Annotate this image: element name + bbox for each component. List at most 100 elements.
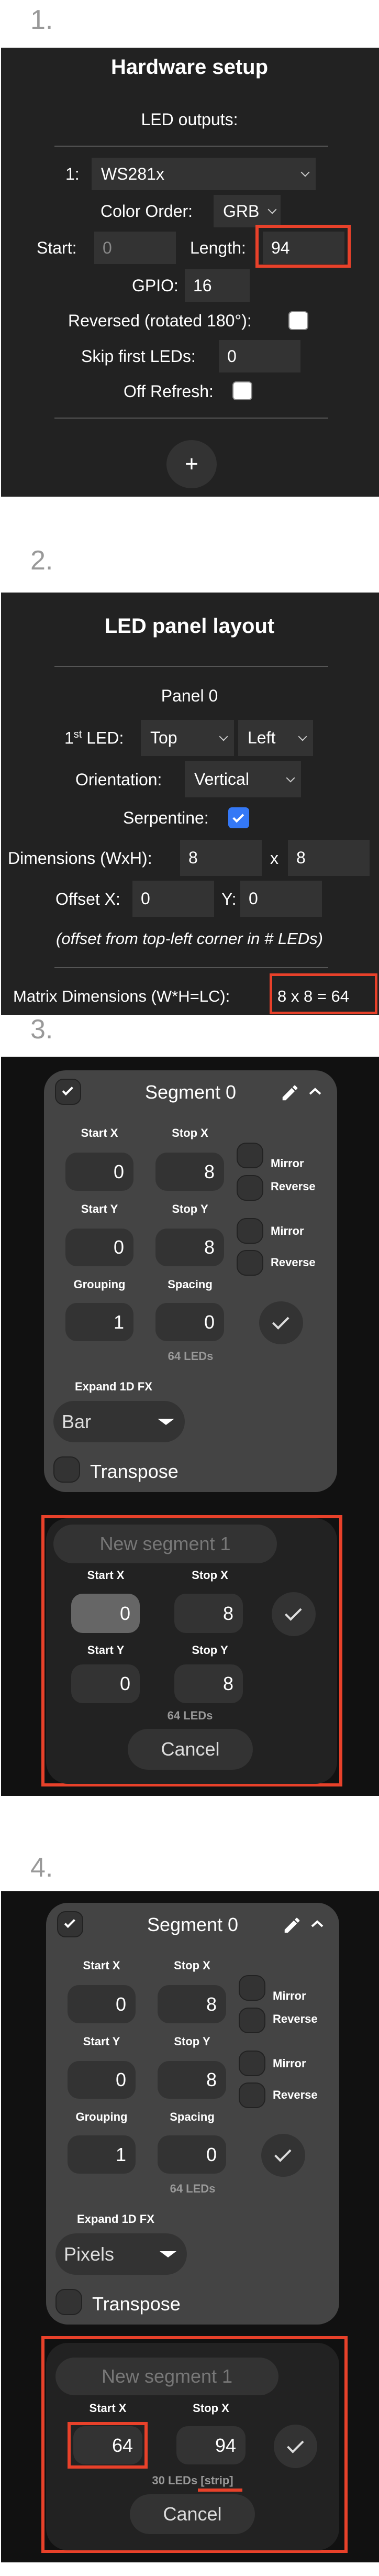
chevron-down-icon xyxy=(286,773,295,782)
chevron-up-icon[interactable] xyxy=(308,1086,322,1097)
start-y-input[interactable]: 0 xyxy=(65,1229,133,1266)
expand-1d-fx-select[interactable]: Pixels xyxy=(55,2233,187,2275)
stop-y-input[interactable]: 8 xyxy=(155,1229,224,1266)
color-order-select[interactable]: GRB xyxy=(214,195,281,227)
start-label: Start: xyxy=(37,238,77,257)
start-x-label: Start X xyxy=(81,1126,118,1139)
cancel-button[interactable]: Cancel xyxy=(128,1729,253,1770)
mirror-x-toggle[interactable] xyxy=(239,1975,265,2001)
stop-x-input[interactable]: 94 xyxy=(176,2426,246,2464)
start-x-label: Start X xyxy=(87,1569,125,1582)
expand-1d-fx-select[interactable]: Bar xyxy=(53,1401,185,1442)
gpio-input[interactable]: 16 xyxy=(185,269,250,302)
step-number: 3. xyxy=(30,1014,53,1045)
orientation-label: Orientation: xyxy=(75,770,162,789)
grouping-input[interactable]: 1 xyxy=(65,1303,133,1341)
stop-x-input[interactable]: 8 xyxy=(158,1985,226,2023)
checkmark-icon xyxy=(272,1312,289,1330)
offset-x-input[interactable]: 0 xyxy=(132,881,214,917)
transpose-toggle[interactable] xyxy=(55,2289,82,2315)
start-x-input[interactable]: 0 xyxy=(71,1594,140,1633)
first-led-horizontal-select[interactable]: Left xyxy=(238,720,313,756)
start-input[interactable]: 0 xyxy=(94,232,176,264)
chevron-down-icon xyxy=(298,732,307,741)
checkmark-icon xyxy=(285,1604,302,1621)
mirror-y-toggle[interactable] xyxy=(239,2051,265,2076)
cancel-button[interactable]: Cancel xyxy=(130,2494,255,2534)
spacing-input[interactable]: 0 xyxy=(155,1303,224,1341)
reverse-x-toggle[interactable] xyxy=(239,2008,265,2033)
grouping-input[interactable]: 1 xyxy=(68,2135,136,2174)
transpose-label: Transpose xyxy=(92,2293,181,2315)
width-input[interactable]: 8 xyxy=(180,840,262,876)
first-led-suffix: LED: xyxy=(82,728,124,748)
spacing-label: Spacing xyxy=(170,2110,215,2123)
plus-icon: + xyxy=(185,451,198,477)
highlight-box xyxy=(270,973,377,1014)
mirror-y-toggle[interactable] xyxy=(237,1218,263,1244)
step-number: 4. xyxy=(30,1852,53,1883)
segment-card: Segment 0 Start X Stop X 0 8 Mirror Reve… xyxy=(46,1903,339,2325)
start-y-label: Start Y xyxy=(87,1643,125,1657)
height-input[interactable]: 8 xyxy=(288,840,370,876)
divider xyxy=(54,666,328,667)
offset-x-label: Offset X: xyxy=(55,890,120,908)
offset-y-input[interactable]: 0 xyxy=(240,881,322,917)
pencil-icon[interactable] xyxy=(280,1083,300,1103)
start-y-input[interactable]: 0 xyxy=(68,2061,136,2099)
stop-y-input[interactable]: 8 xyxy=(174,1664,243,1703)
apply-button[interactable] xyxy=(261,2134,305,2177)
confirm-button[interactable] xyxy=(274,2425,317,2468)
reverse-y-toggle[interactable] xyxy=(239,2082,265,2108)
mirror-x-toggle[interactable] xyxy=(237,1143,263,1168)
checkmark-icon xyxy=(232,810,244,823)
stop-y-input[interactable]: 8 xyxy=(158,2061,226,2099)
reversed-label: Reversed (rotated 180°): xyxy=(68,311,252,330)
checkmark-icon xyxy=(286,2436,304,2453)
highlight-box xyxy=(68,2422,148,2469)
checkmark-icon xyxy=(274,2145,292,2162)
first-led-sup: st xyxy=(73,729,82,740)
skip-first-leds-label: Skip first LEDs: xyxy=(81,347,196,366)
segment-name-input[interactable]: New segment 1 xyxy=(55,2358,278,2395)
led-type-select[interactable]: WS281x xyxy=(92,158,316,190)
start-x-input[interactable]: 0 xyxy=(65,1153,133,1191)
chevron-up-icon[interactable] xyxy=(310,1919,325,1929)
transpose-toggle[interactable] xyxy=(53,1456,80,1483)
off-refresh-checkbox[interactable] xyxy=(232,381,252,400)
chevron-down-icon xyxy=(219,732,228,741)
stop-x-label: Stop X xyxy=(172,1126,208,1139)
reverse-label: Reverse xyxy=(273,2088,318,2101)
serpentine-checkbox[interactable] xyxy=(228,807,249,828)
led-count: 64 LEDs xyxy=(167,1709,213,1722)
transpose-label: Transpose xyxy=(90,1461,179,1482)
segment-name-input[interactable]: New segment 1 xyxy=(53,1525,277,1563)
stop-y-label: Stop Y xyxy=(192,1643,228,1657)
hardware-setup-title: Hardware setup xyxy=(110,56,269,79)
skip-first-leds-input[interactable]: 0 xyxy=(219,340,300,372)
spacing-input[interactable]: 0 xyxy=(158,2135,226,2174)
orientation-select[interactable]: Vertical xyxy=(185,761,301,797)
stop-x-input[interactable]: 8 xyxy=(174,1594,243,1633)
reverse-y-toggle[interactable] xyxy=(237,1250,263,1276)
expand-1d-fx-value: Pixels xyxy=(64,2243,115,2265)
spacing-label: Spacing xyxy=(168,1278,213,1291)
start-y-input[interactable]: 0 xyxy=(71,1664,140,1703)
start-x-input[interactable]: 0 xyxy=(68,1985,136,2023)
offset-note: (offset from top-left corner in # LEDs) xyxy=(56,929,323,948)
segment-card: Segment 0 Start X Stop X 0 8 Mirror Reve… xyxy=(44,1070,337,1492)
add-output-button[interactable]: + xyxy=(166,440,217,488)
first-led-vertical-select[interactable]: Top xyxy=(141,720,234,756)
chevron-down-icon xyxy=(300,168,310,177)
stop-x-input[interactable]: 8 xyxy=(155,1153,224,1191)
start-y-label: Start Y xyxy=(81,1202,118,1215)
first-led-label: 1st LED: xyxy=(64,729,124,747)
reverse-x-toggle[interactable] xyxy=(237,1175,263,1201)
pencil-icon[interactable] xyxy=(282,1915,302,1935)
off-refresh-label: Off Refresh: xyxy=(124,382,214,401)
confirm-button[interactable] xyxy=(272,1592,316,1636)
apply-button[interactable] xyxy=(259,1301,303,1344)
reversed-checkbox[interactable] xyxy=(288,311,308,330)
start-x-label: Start X xyxy=(89,2402,127,2415)
led-panel-layout-panel xyxy=(1,593,379,1015)
